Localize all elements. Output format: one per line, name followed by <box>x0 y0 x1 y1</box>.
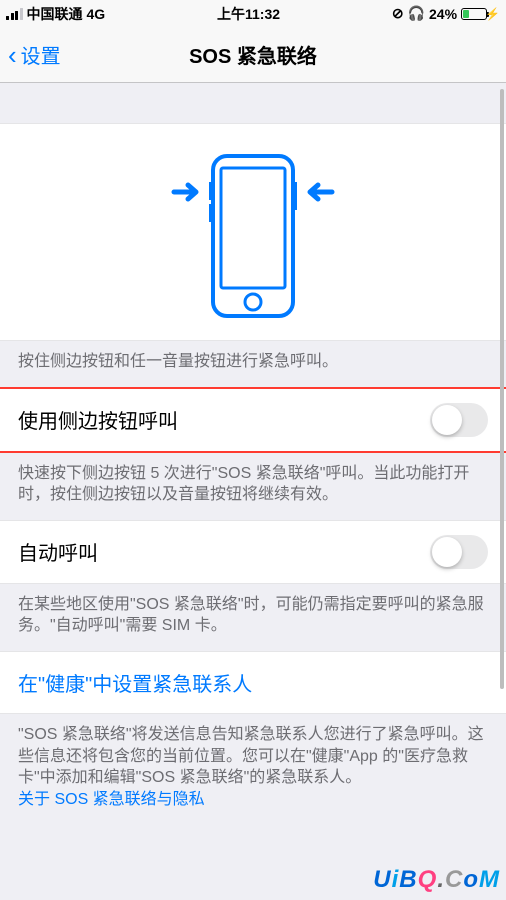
health-footer-text: "SOS 紧急联络"将发送信息告知紧急联系人您进行了紧急呼叫。这些信息还将包含您… <box>18 726 484 786</box>
charging-icon: ⚡ <box>485 7 500 21</box>
back-label: 设置 <box>21 40 61 69</box>
sos-privacy-link[interactable]: 关于 SOS 紧急联络与隐私 <box>18 791 205 808</box>
health-contacts-footer: "SOS 紧急联络"将发送信息告知紧急联系人您进行了紧急呼叫。这些信息还将包含您… <box>0 714 506 824</box>
headphones-icon: 🎧 <box>408 5 425 22</box>
battery-percent: 24% <box>429 6 457 22</box>
status-right: ⊘ 🎧 24% ⚡ <box>392 5 500 22</box>
scrollbar[interactable] <box>500 89 504 689</box>
use-side-button-footer: 快速按下侧边按钮 5 次进行"SOS 紧急联络"呼叫。当此功能打开时，按住侧边按… <box>0 453 506 520</box>
network-label: 4G <box>87 6 106 22</box>
status-bar: 中国联通 4G 上午11:32 ⊘ 🎧 24% ⚡ <box>0 0 506 27</box>
signal-icon <box>6 8 23 20</box>
auto-call-label: 自动呼叫 <box>18 537 98 566</box>
illustration-footer: 按住侧边按钮和任一音量按钮进行紧急呼叫。 <box>0 341 506 387</box>
press-buttons-phone-icon <box>170 152 336 320</box>
auto-call-toggle[interactable] <box>430 535 488 569</box>
page-title: SOS 紧急联络 <box>0 40 506 69</box>
auto-call-row[interactable]: 自动呼叫 <box>0 520 506 584</box>
use-side-button-label: 使用侧边按钮呼叫 <box>18 405 178 434</box>
watermark: UiBQ.CoM <box>373 866 500 894</box>
orientation-lock-icon: ⊘ <box>392 5 404 22</box>
status-left: 中国联通 4G <box>6 4 105 24</box>
use-side-button-row[interactable]: 使用侧边按钮呼叫 <box>0 387 506 453</box>
use-side-button-toggle[interactable] <box>430 403 488 437</box>
navigation-bar: ‹ 设置 SOS 紧急联络 <box>0 27 506 83</box>
chevron-left-icon: ‹ <box>8 42 17 68</box>
battery-icon <box>461 8 487 20</box>
content-scroll[interactable]: 按住侧边按钮和任一音量按钮进行紧急呼叫。 使用侧边按钮呼叫 快速按下侧边按钮 5… <box>0 83 506 900</box>
auto-call-footer: 在某些地区使用"SOS 紧急联络"时，可能仍需指定要呼叫的紧急服务。"自动呼叫"… <box>0 584 506 651</box>
sos-illustration-section <box>0 123 506 341</box>
carrier-label: 中国联通 <box>27 4 83 24</box>
status-time: 上午11:32 <box>217 4 280 24</box>
back-button[interactable]: ‹ 设置 <box>0 40 61 69</box>
setup-health-contacts-link[interactable]: 在"健康"中设置紧急联系人 <box>0 651 506 714</box>
